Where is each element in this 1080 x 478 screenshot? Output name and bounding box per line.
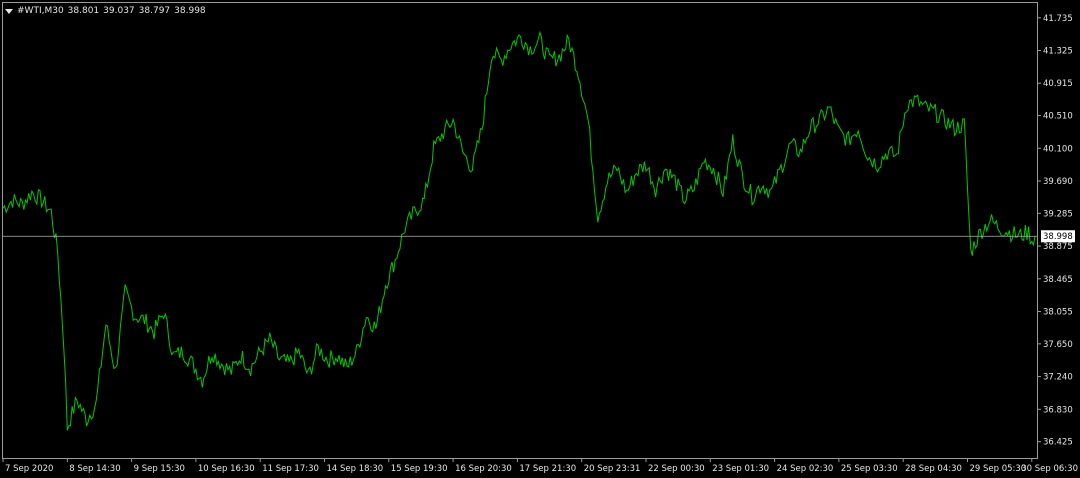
- y-tick-label: 41.325: [1043, 46, 1073, 56]
- price-chart: 38.998 41.735 41.325 40.915 40.510 40.100 39.…: [2, 14, 1078, 474]
- y-tick-label: 36.830: [1043, 405, 1073, 415]
- x-tick-label: 8 Sep 14:30: [69, 464, 120, 474]
- y-tick-label: 37.650: [1043, 340, 1073, 350]
- y-tick-label: 41.735: [1043, 14, 1073, 24]
- x-tick-label: 28 Sep 04:30: [905, 464, 962, 474]
- x-tick-label: 17 Sep 21:30: [519, 464, 576, 474]
- x-tick-label: 24 Sep 02:30: [777, 464, 834, 474]
- chart-window: 38.998 41.735 41.325 40.915 40.510 40.100 39.…: [0, 0, 1080, 478]
- y-tick-label: 36.425: [1043, 438, 1073, 448]
- open-value: 38.801: [67, 6, 100, 16]
- y-tick-label: 37.240: [1043, 373, 1073, 383]
- y-tick-label: 38.875: [1043, 242, 1073, 252]
- time-axis: 7 Sep 2020 8 Sep 14:30 9 Sep 15:30 10 Sep 1…: [2, 458, 1078, 474]
- x-tick-label: 20 Sep 23:31: [584, 464, 641, 474]
- series-line: [2, 30, 1036, 431]
- x-tick-label: 11 Sep 17:30: [262, 464, 319, 474]
- chart-header: #WTI,M30 38.801 39.037 38.797 38.998: [5, 4, 210, 18]
- low-value: 38.797: [138, 6, 171, 16]
- y-tick-label: 38.465: [1043, 275, 1073, 285]
- x-tick-label: 25 Sep 03:30: [841, 464, 898, 474]
- x-tick-label: 7 Sep 2020: [5, 464, 53, 474]
- bid-line-layer: 38.998: [3, 230, 1075, 243]
- x-tick-label: 10 Sep 16:30: [198, 464, 255, 474]
- current-price-label: 38.998: [1043, 232, 1073, 242]
- collapse-triangle-icon[interactable]: [5, 8, 13, 14]
- y-tick-label: 39.690: [1043, 177, 1073, 187]
- y-tick-label: 40.510: [1043, 112, 1073, 122]
- x-tick-label: 29 Sep 05:30: [969, 464, 1026, 474]
- series-layer: [2, 30, 1036, 431]
- y-tick-label: 40.915: [1043, 79, 1073, 89]
- x-tick-label: 23 Sep 01:30: [712, 464, 769, 474]
- x-tick-label: 16 Sep 20:30: [455, 464, 512, 474]
- y-tick-label: 40.100: [1043, 144, 1073, 154]
- x-tick-label: 14 Sep 18:30: [326, 464, 383, 474]
- symbol-label: #WTI,M30: [17, 6, 64, 16]
- close-value: 38.998: [174, 6, 206, 16]
- y-tick-label: 39.285: [1043, 209, 1073, 219]
- x-tick-label: 30 Sep 06:30: [1021, 464, 1078, 474]
- x-tick-label: 9 Sep 15:30: [134, 464, 185, 474]
- y-tick-label: 38.055: [1043, 308, 1073, 318]
- high-value: 39.037: [103, 6, 135, 16]
- x-tick-label: 22 Sep 00:30: [648, 464, 705, 474]
- x-tick-label: 15 Sep 19:30: [391, 464, 448, 474]
